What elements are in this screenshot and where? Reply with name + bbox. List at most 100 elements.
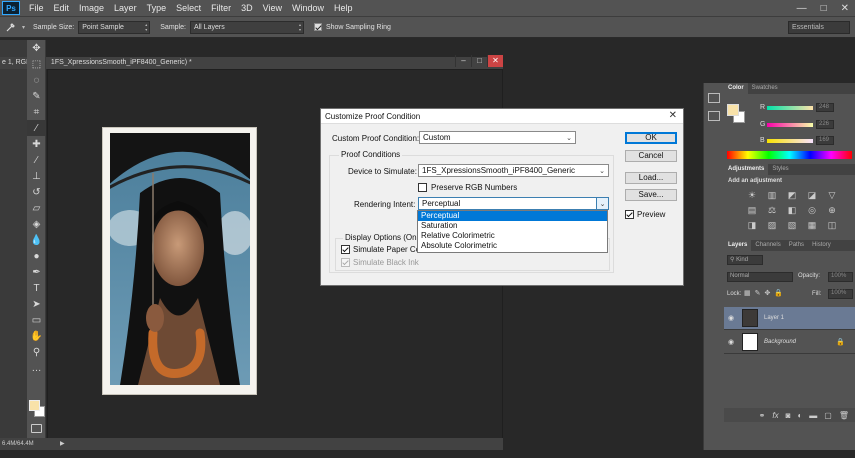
menu-file[interactable]: File [24,0,49,16]
menu-image[interactable]: Image [74,0,109,16]
shape-tool-icon[interactable]: ▭ [27,312,46,328]
history-brush-tool-icon[interactable]: ↺ [27,184,46,200]
intent-option-relative[interactable]: Relative Colorimetric [418,231,607,241]
minimize-button[interactable]: — [797,3,807,14]
preview-checkbox[interactable] [625,210,634,219]
device-select[interactable]: 1FS_XpressionsSmooth_iPF8400_Generic ⌄ [418,164,609,177]
b-slider[interactable] [767,139,813,143]
brush-tool-icon[interactable]: ∕ [27,152,46,168]
sample-select[interactable]: All Layers [189,20,304,34]
quick-select-tool-icon[interactable]: ✎ [27,88,46,104]
new-layer-icon[interactable]: ▢ [824,411,832,420]
menu-type[interactable]: Type [142,0,172,16]
brightness-icon[interactable]: ☀ [742,190,762,201]
maximize-button[interactable]: □ [821,3,827,14]
marquee-tool-icon[interactable]: ⬚ [27,56,46,72]
status-menu-arrow-icon[interactable]: ▶ [60,438,65,450]
menu-help[interactable]: Help [329,0,358,16]
layer-row-layer-1[interactable]: ◉ Layer 1 [724,307,855,330]
eye-icon[interactable]: ◉ [724,314,738,322]
eyedropper-icon[interactable]: ⁄ [27,120,46,136]
close-button[interactable]: ✕ [841,3,849,14]
hue-saturation-icon[interactable]: ▤ [742,205,762,216]
levels-icon[interactable]: ▥ [762,190,782,201]
cancel-button[interactable]: Cancel [625,150,677,162]
history-panel-icon[interactable] [708,93,720,103]
crop-tool-icon[interactable]: ⌗ [27,104,46,120]
photo-filter-icon[interactable]: ◎ [802,205,822,216]
ok-button[interactable]: OK [625,132,677,144]
threshold-icon[interactable]: ▧ [782,220,802,231]
dodge-tool-icon[interactable]: ● [27,248,46,264]
move-tool-icon[interactable]: ✥ [27,40,46,56]
curves-icon[interactable]: ◩ [782,190,802,201]
path-select-tool-icon[interactable]: ➤ [27,296,46,312]
tab-styles[interactable]: Styles [768,164,792,175]
load-button[interactable]: Load... [625,172,677,184]
color-spectrum-ramp[interactable] [727,151,852,159]
preserve-rgb-checkbox[interactable] [418,183,427,192]
blend-mode-select[interactable]: Normal [727,272,793,282]
vibrance-icon[interactable]: ▽ [822,190,842,201]
tab-color[interactable]: Color [724,83,748,94]
more-tools-icon[interactable]: … [27,360,46,376]
intent-option-saturation[interactable]: Saturation [418,221,607,231]
link-icon[interactable]: ⚭ [759,411,766,420]
eyedropper-tool-icon[interactable] [0,21,22,33]
menu-view[interactable]: View [258,0,287,16]
doc-close-button[interactable]: ✕ [487,55,503,67]
type-tool-icon[interactable]: T [27,280,46,296]
g-slider[interactable] [767,123,813,127]
channel-mixer-icon[interactable]: ⊕ [822,205,842,216]
r-slider[interactable] [767,106,813,110]
dialog-close-icon[interactable]: ✕ [669,110,677,121]
custom-proof-select[interactable]: Custom ⌄ [419,131,576,144]
intent-option-absolute[interactable]: Absolute Colorimetric [418,241,607,251]
tool-preset-chevron-icon[interactable]: ▾ [22,24,25,31]
trash-icon[interactable]: 🗑 [839,411,849,420]
fx-icon[interactable]: fx [772,411,778,420]
g-value[interactable]: 226 [816,120,834,129]
tab-channels[interactable]: Channels [751,240,784,251]
simulate-paper-checkbox[interactable] [341,245,350,254]
healing-tool-icon[interactable]: ✚ [27,136,46,152]
properties-panel-icon[interactable] [708,111,720,121]
doc-minimize-button[interactable]: – [455,55,471,67]
quick-mask-icon[interactable] [31,424,42,433]
sample-size-select[interactable]: Point Sample [78,20,151,34]
tab-swatches[interactable]: Swatches [748,83,782,94]
mask-icon[interactable]: ◙ [786,411,791,420]
eraser-tool-icon[interactable]: ▱ [27,200,46,216]
invert-icon[interactable]: ◨ [742,220,762,231]
foreground-color-swatch[interactable] [29,400,40,411]
menu-3d[interactable]: 3D [236,0,258,16]
menu-layer[interactable]: Layer [109,0,142,16]
save-button[interactable]: Save... [625,189,677,201]
opacity-value[interactable]: 100% [828,272,853,282]
hand-tool-icon[interactable]: ✋ [27,328,46,344]
lasso-tool-icon[interactable]: ◌ [27,72,46,88]
r-value[interactable]: 248 [816,103,834,112]
adjustment-icon[interactable]: ◐ [797,411,802,420]
fg-color-chip[interactable] [727,104,739,116]
tab-adjustments[interactable]: Adjustments [724,164,769,175]
clone-stamp-tool-icon[interactable]: ⊥ [27,168,46,184]
layer-kind-filter[interactable]: ⚲ Kind [727,255,763,265]
paint-bucket-tool-icon[interactable]: ◈ [27,216,46,232]
eye-icon[interactable]: ◉ [724,338,738,346]
rendering-intent-select[interactable]: Perceptual ⌄ [418,197,609,210]
show-sampling-ring-checkbox[interactable] [313,23,322,31]
doc-restore-button[interactable]: □ [471,55,487,67]
fill-value[interactable]: 100% [828,289,853,299]
intent-option-perceptual[interactable]: Perceptual [418,211,607,221]
zoom-tool-icon[interactable]: ⚲ [27,344,46,360]
pen-tool-icon[interactable]: ✒ [27,264,46,280]
gradient-map-icon[interactable]: ▦ [802,220,822,231]
tab-paths[interactable]: Paths [785,240,808,251]
blur-tool-icon[interactable]: 💧 [27,232,46,248]
layer-row-background[interactable]: ◉ Background 🔒 [724,331,855,354]
menu-window[interactable]: Window [287,0,329,16]
menu-select[interactable]: Select [171,0,206,16]
tab-layers[interactable]: Layers [724,240,752,251]
folder-icon[interactable]: ▬ [809,411,817,420]
